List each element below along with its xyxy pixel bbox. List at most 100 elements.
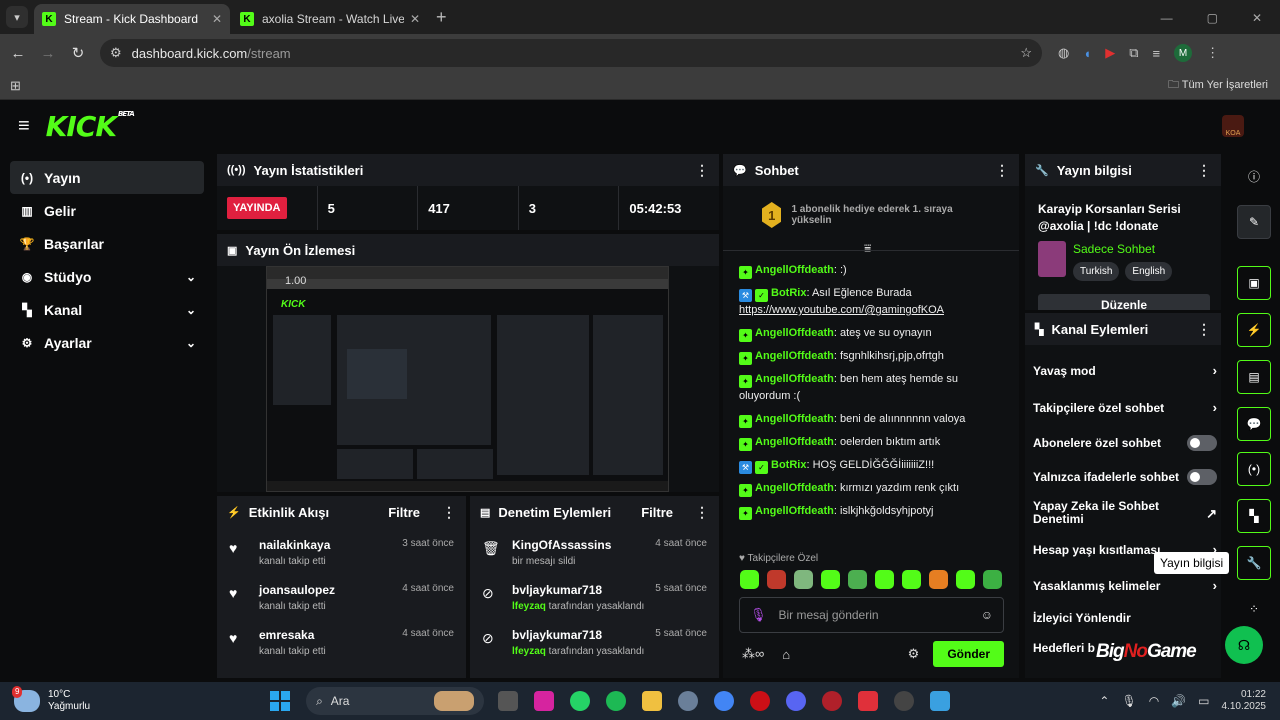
- lightning-icon[interactable]: ⚡: [1237, 313, 1271, 347]
- headset-widget-icon[interactable]: ☊: [1225, 626, 1263, 664]
- extensions-puzzle-icon[interactable]: ⧉: [1129, 45, 1138, 61]
- share-icon[interactable]: ⁘: [1237, 592, 1271, 626]
- browser-menu-icon[interactable]: ⋮: [1206, 45, 1219, 61]
- broadcast-icon[interactable]: (•): [1237, 452, 1271, 486]
- edit-pencil-icon[interactable]: ✎: [1237, 205, 1271, 239]
- address-bar[interactable]: ⚙ dashboard.kick.com /stream ☆: [100, 39, 1042, 67]
- microphone-icon[interactable]: 🎙: [1121, 694, 1136, 708]
- chat-username[interactable]: AngellOffdeath: [755, 327, 834, 339]
- emote-icon[interactable]: [902, 570, 921, 589]
- more-options-icon[interactable]: ⋮: [695, 504, 709, 521]
- back-icon[interactable]: ←: [6, 45, 30, 62]
- chat-username[interactable]: AngellOffdeath: [755, 413, 834, 425]
- media-controls-icon[interactable]: ≡: [1153, 46, 1161, 61]
- app-icon[interactable]: [858, 691, 879, 711]
- chat-username[interactable]: AngellOffdeath: [755, 482, 834, 494]
- sidebar-item-ayarlar[interactable]: ⚙ Ayarlar ⌄: [10, 326, 204, 359]
- chat-username[interactable]: BotRix: [771, 287, 806, 299]
- chat-username[interactable]: AngellOffdeath: [755, 373, 834, 385]
- more-options-icon[interactable]: ⋮: [695, 162, 709, 179]
- filter-button[interactable]: Filtre: [641, 505, 673, 520]
- chevron-up-icon[interactable]: ⌃: [1099, 694, 1109, 708]
- chat-username[interactable]: AngellOffdeath: [755, 505, 834, 517]
- moderation-user[interactable]: bvljaykumar718: [512, 628, 655, 642]
- action-slow-mode[interactable]: Yavaş mod ›: [1033, 363, 1217, 378]
- tab-search-button[interactable]: ▾: [6, 6, 28, 28]
- chat-username[interactable]: AngellOffdeath: [755, 350, 834, 362]
- action-ai-moderation[interactable]: Yapay Zeka ile Sohbet Denetimi ↗: [1033, 500, 1217, 526]
- extension-icon[interactable]: ◍: [1058, 45, 1069, 61]
- more-options-icon[interactable]: ⋮: [1197, 321, 1211, 338]
- document-icon[interactable]: ▤: [1237, 360, 1271, 394]
- chrome-icon[interactable]: [714, 691, 735, 711]
- task-view-icon[interactable]: [498, 691, 519, 711]
- browser-tab-dashboard[interactable]: K Stream - Kick Dashboard ✕: [34, 4, 230, 34]
- site-info-icon[interactable]: ⚙: [110, 45, 122, 61]
- obs-icon[interactable]: [894, 691, 915, 711]
- preview-toggle-icon[interactable]: ▣: [1237, 266, 1271, 300]
- emoji-icon[interactable]: ☺: [981, 608, 993, 622]
- wrench-icon[interactable]: 🔧: [1237, 546, 1271, 580]
- emote-icon[interactable]: [848, 570, 867, 589]
- edit-button[interactable]: Düzenle: [1038, 294, 1210, 310]
- new-tab-button[interactable]: +: [436, 7, 447, 28]
- all-bookmarks-link[interactable]: 🗀 Tüm Yer İşaretleri: [1168, 76, 1268, 95]
- activity-user[interactable]: joansaulopez: [259, 583, 402, 597]
- volume-icon[interactable]: 🔊: [1171, 694, 1186, 708]
- kick-logo[interactable]: KICK BETA: [46, 110, 135, 143]
- chat-input[interactable]: 🎙 Bir mesaj gönderin ☺: [739, 597, 1004, 633]
- reload-icon[interactable]: ↻: [66, 44, 90, 62]
- minimize-icon[interactable]: —: [1161, 11, 1173, 25]
- activity-user[interactable]: nailakinkaya: [259, 538, 402, 552]
- chat-username[interactable]: AngellOffdeath: [755, 264, 834, 276]
- sidebar-item-basarilar[interactable]: 🏆 Başarılar: [10, 227, 204, 260]
- microphone-icon[interactable]: 🎙: [750, 607, 767, 623]
- game-launcher-icon[interactable]: [822, 691, 843, 711]
- emote-icon[interactable]: [767, 570, 786, 589]
- action-raid[interactable]: İzleyici Yönlendir: [1033, 611, 1217, 625]
- whatsapp-icon[interactable]: [570, 691, 591, 711]
- weather-widget[interactable]: 9 10°C Yağmurlu: [12, 686, 90, 713]
- sidebar-item-studyo[interactable]: ◉ Stüdyo ⌄: [10, 260, 204, 293]
- emote-icon[interactable]: [875, 570, 894, 589]
- more-options-icon[interactable]: ⋮: [995, 162, 1009, 179]
- battery-icon[interactable]: ▭: [1198, 694, 1209, 708]
- subscribers-only-toggle[interactable]: [1187, 435, 1217, 451]
- action-banned-words[interactable]: Yasaklanmış kelimeler ›: [1033, 578, 1217, 593]
- emote-icon[interactable]: [821, 570, 840, 589]
- audio-extension-icon[interactable]: ◖: [1083, 46, 1091, 61]
- emote-icon[interactable]: [740, 570, 759, 589]
- channel-avatar[interactable]: KOA: [1222, 115, 1244, 137]
- emote-icon[interactable]: [956, 570, 975, 589]
- taskbar-search[interactable]: ⌕ Ara: [306, 687, 485, 715]
- emote-icon[interactable]: [983, 570, 1002, 589]
- windows-start-icon[interactable]: [270, 691, 291, 711]
- stream-category[interactable]: Sadece Sohbet: [1073, 242, 1155, 256]
- stream-preview-video[interactable]: KICK 1.00: [266, 266, 669, 492]
- youtube-extension-icon[interactable]: ▶: [1105, 45, 1115, 61]
- profile-avatar[interactable]: M: [1174, 44, 1193, 62]
- sidebar-item-gelir[interactable]: ▥ Gelir: [10, 194, 204, 227]
- community-icon[interactable]: ⁂∞: [742, 646, 764, 662]
- close-window-icon[interactable]: ✕: [1252, 11, 1262, 25]
- hamburger-menu-icon[interactable]: ≡: [18, 115, 30, 138]
- file-explorer-icon[interactable]: [642, 691, 663, 711]
- chat-username[interactable]: AngellOffdeath: [755, 436, 834, 448]
- instagram-icon[interactable]: [534, 691, 555, 711]
- gift-sub-banner[interactable]: 1 1 abonelik hediye ederek 1. sıraya yük…: [762, 200, 972, 230]
- send-button[interactable]: Gönder: [933, 641, 1004, 667]
- channel-actions-icon[interactable]: ▚: [1237, 499, 1271, 533]
- close-tab-icon[interactable]: ✕: [410, 12, 420, 26]
- moderator-name[interactable]: lfeyzaq: [512, 601, 546, 612]
- pinned-toggle-icon[interactable]: ⩸: [864, 241, 871, 256]
- info-icon[interactable]: ⓘ: [1237, 159, 1271, 193]
- spotify-icon[interactable]: [606, 691, 627, 711]
- emote-only-toggle[interactable]: [1187, 469, 1217, 485]
- clock[interactable]: 01:22 4.10.2025: [1222, 689, 1267, 713]
- sidebar-item-yayin[interactable]: (•) Yayın: [10, 161, 204, 194]
- notepad-icon[interactable]: [930, 691, 951, 711]
- store-icon[interactable]: ⌂: [782, 647, 790, 662]
- wifi-icon[interactable]: ◠: [1149, 694, 1159, 708]
- settings-icon[interactable]: [678, 691, 699, 711]
- chat-bubble-icon[interactable]: 💬: [1237, 407, 1271, 441]
